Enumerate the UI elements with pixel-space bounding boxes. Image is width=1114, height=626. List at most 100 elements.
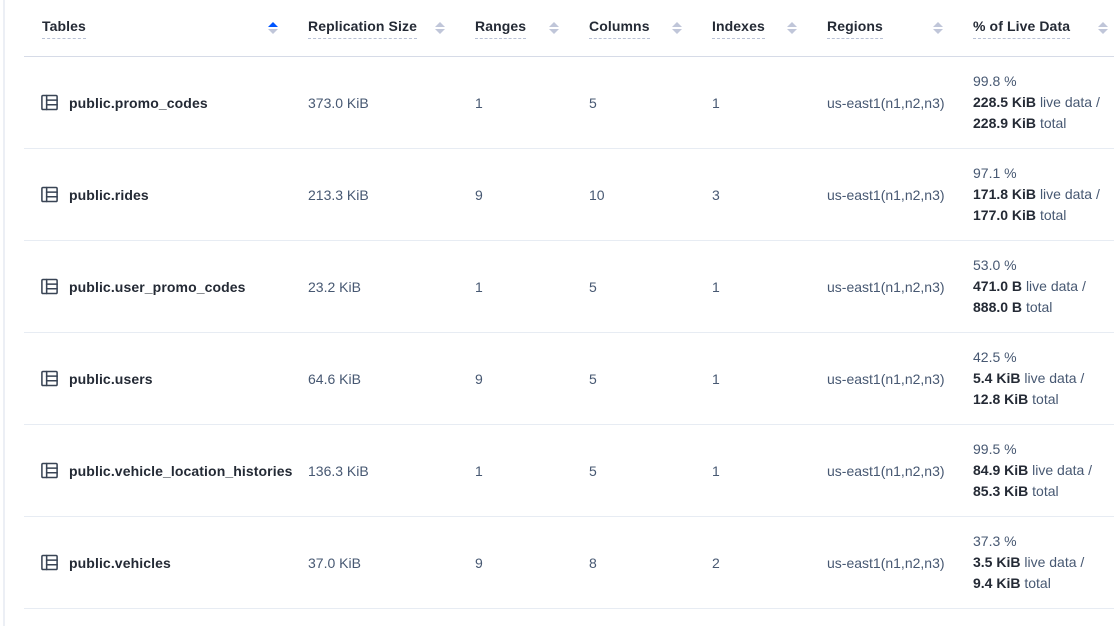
sort-icon[interactable] — [435, 22, 445, 34]
table-name-link[interactable]: public.user_promo_codes — [24, 241, 308, 332]
ranges-cell: 9 — [475, 517, 589, 608]
table-name: public.vehicle_location_histories — [69, 463, 292, 479]
replication-size-cell: 213.3 KiB — [308, 149, 475, 240]
column-header-label: % of Live Data — [973, 18, 1070, 39]
replication-size-cell: 23.2 KiB — [308, 241, 475, 332]
sort-icon[interactable] — [1098, 22, 1108, 34]
indexes-cell: 3 — [712, 149, 827, 240]
table-row: public.vehicle_location_histories 136.3 … — [24, 425, 1114, 517]
tables-list: Tables Replication Size Ranges Columns I… — [24, 0, 1114, 609]
live-data-percent: 37.3 % — [973, 531, 1017, 552]
live-data-amount: 171.8 KiB live data / — [973, 184, 1100, 205]
live-data-cell: 37.3 % 3.5 KiB live data / 9.4 KiB total — [973, 517, 1114, 608]
column-header-tables[interactable]: Tables — [24, 0, 308, 56]
table-row: public.vehicles 37.0 KiB 9 8 2 us-east1(… — [24, 517, 1114, 609]
table-name-link[interactable]: public.rides — [24, 149, 308, 240]
indexes-cell: 1 — [712, 333, 827, 424]
columns-cell: 5 — [589, 333, 712, 424]
indexes-cell: 1 — [712, 425, 827, 516]
regions-cell: us-east1(n1,n2,n3) — [827, 517, 973, 608]
column-header-live-data[interactable]: % of Live Data — [973, 0, 1114, 56]
ranges-cell: 9 — [475, 149, 589, 240]
column-header-label: Indexes — [712, 18, 765, 39]
sort-icon[interactable] — [933, 22, 943, 34]
regions-cell: us-east1(n1,n2,n3) — [827, 333, 973, 424]
column-header-ranges[interactable]: Ranges — [475, 0, 589, 56]
column-header-label: Regions — [827, 18, 883, 39]
live-data-cell: 99.5 % 84.9 KiB live data / 85.3 KiB tot… — [973, 425, 1114, 516]
table-name: public.vehicles — [69, 555, 171, 571]
columns-cell: 5 — [589, 425, 712, 516]
regions-cell: us-east1(n1,n2,n3) — [827, 241, 973, 332]
column-header-columns[interactable]: Columns — [589, 0, 712, 56]
live-data-amount: 3.5 KiB live data / — [973, 552, 1084, 573]
live-data-percent: 53.0 % — [973, 255, 1017, 276]
live-data-percent: 99.5 % — [973, 439, 1017, 460]
replication-size-cell: 136.3 KiB — [308, 425, 475, 516]
regions-cell: us-east1(n1,n2,n3) — [827, 425, 973, 516]
indexes-cell: 1 — [712, 57, 827, 148]
total-data-amount: 228.9 KiB total — [973, 113, 1066, 134]
columns-cell: 5 — [589, 57, 712, 148]
replication-size-cell: 64.6 KiB — [308, 333, 475, 424]
column-header-replication-size[interactable]: Replication Size — [308, 0, 475, 56]
table-row: public.users 64.6 KiB 9 5 1 us-east1(n1,… — [24, 333, 1114, 425]
columns-cell: 8 — [589, 517, 712, 608]
ranges-cell: 1 — [475, 241, 589, 332]
column-header-label: Replication Size — [308, 18, 417, 39]
table-body: public.promo_codes 373.0 KiB 1 5 1 us-ea… — [24, 57, 1114, 609]
replication-size-cell: 373.0 KiB — [308, 57, 475, 148]
live-data-percent: 97.1 % — [973, 163, 1017, 184]
column-header-regions[interactable]: Regions — [827, 0, 973, 56]
table-name: public.rides — [69, 187, 149, 203]
table-icon — [40, 553, 59, 572]
table-icon — [40, 461, 59, 480]
sort-icon[interactable] — [672, 22, 682, 34]
column-header-label: Tables — [42, 18, 86, 39]
live-data-cell: 42.5 % 5.4 KiB live data / 12.8 KiB tota… — [973, 333, 1114, 424]
columns-cell: 10 — [589, 149, 712, 240]
table-name: public.user_promo_codes — [69, 279, 246, 295]
replication-size-cell: 37.0 KiB — [308, 517, 475, 608]
sort-icon[interactable] — [268, 22, 278, 34]
live-data-cell: 99.8 % 228.5 KiB live data / 228.9 KiB t… — [973, 57, 1114, 148]
column-header-indexes[interactable]: Indexes — [712, 0, 827, 56]
sort-icon[interactable] — [549, 22, 559, 34]
table-row: public.rides 213.3 KiB 9 10 3 us-east1(n… — [24, 149, 1114, 241]
total-data-amount: 12.8 KiB total — [973, 389, 1059, 410]
ranges-cell: 9 — [475, 333, 589, 424]
sort-icon[interactable] — [787, 22, 797, 34]
ranges-cell: 1 — [475, 425, 589, 516]
table-header-row: Tables Replication Size Ranges Columns I… — [24, 0, 1114, 57]
regions-cell: us-east1(n1,n2,n3) — [827, 149, 973, 240]
total-data-amount: 888.0 B total — [973, 297, 1052, 318]
table-row: public.user_promo_codes 23.2 KiB 1 5 1 u… — [24, 241, 1114, 333]
indexes-cell: 2 — [712, 517, 827, 608]
regions-cell: us-east1(n1,n2,n3) — [827, 57, 973, 148]
table-name-link[interactable]: public.vehicles — [24, 517, 308, 608]
column-header-label: Columns — [589, 18, 650, 39]
total-data-amount: 177.0 KiB total — [973, 205, 1066, 226]
live-data-percent: 42.5 % — [973, 347, 1017, 368]
live-data-cell: 53.0 % 471.0 B live data / 888.0 B total — [973, 241, 1114, 332]
table-name: public.promo_codes — [69, 95, 208, 111]
columns-cell: 5 — [589, 241, 712, 332]
table-name: public.users — [69, 371, 153, 387]
live-data-amount: 84.9 KiB live data / — [973, 460, 1092, 481]
table-row: public.promo_codes 373.0 KiB 1 5 1 us-ea… — [24, 57, 1114, 149]
table-icon — [40, 185, 59, 204]
table-icon — [40, 277, 59, 296]
total-data-amount: 9.4 KiB total — [973, 573, 1051, 594]
live-data-cell: 97.1 % 171.8 KiB live data / 177.0 KiB t… — [973, 149, 1114, 240]
live-data-amount: 471.0 B live data / — [973, 276, 1086, 297]
column-header-label: Ranges — [475, 18, 526, 39]
table-name-link[interactable]: public.users — [24, 333, 308, 424]
live-data-percent: 99.8 % — [973, 71, 1017, 92]
table-name-link[interactable]: public.vehicle_location_histories — [24, 425, 308, 516]
table-name-link[interactable]: public.promo_codes — [24, 57, 308, 148]
page-left-edge — [3, 0, 5, 626]
table-icon — [40, 93, 59, 112]
ranges-cell: 1 — [475, 57, 589, 148]
total-data-amount: 85.3 KiB total — [973, 481, 1059, 502]
live-data-amount: 5.4 KiB live data / — [973, 368, 1084, 389]
